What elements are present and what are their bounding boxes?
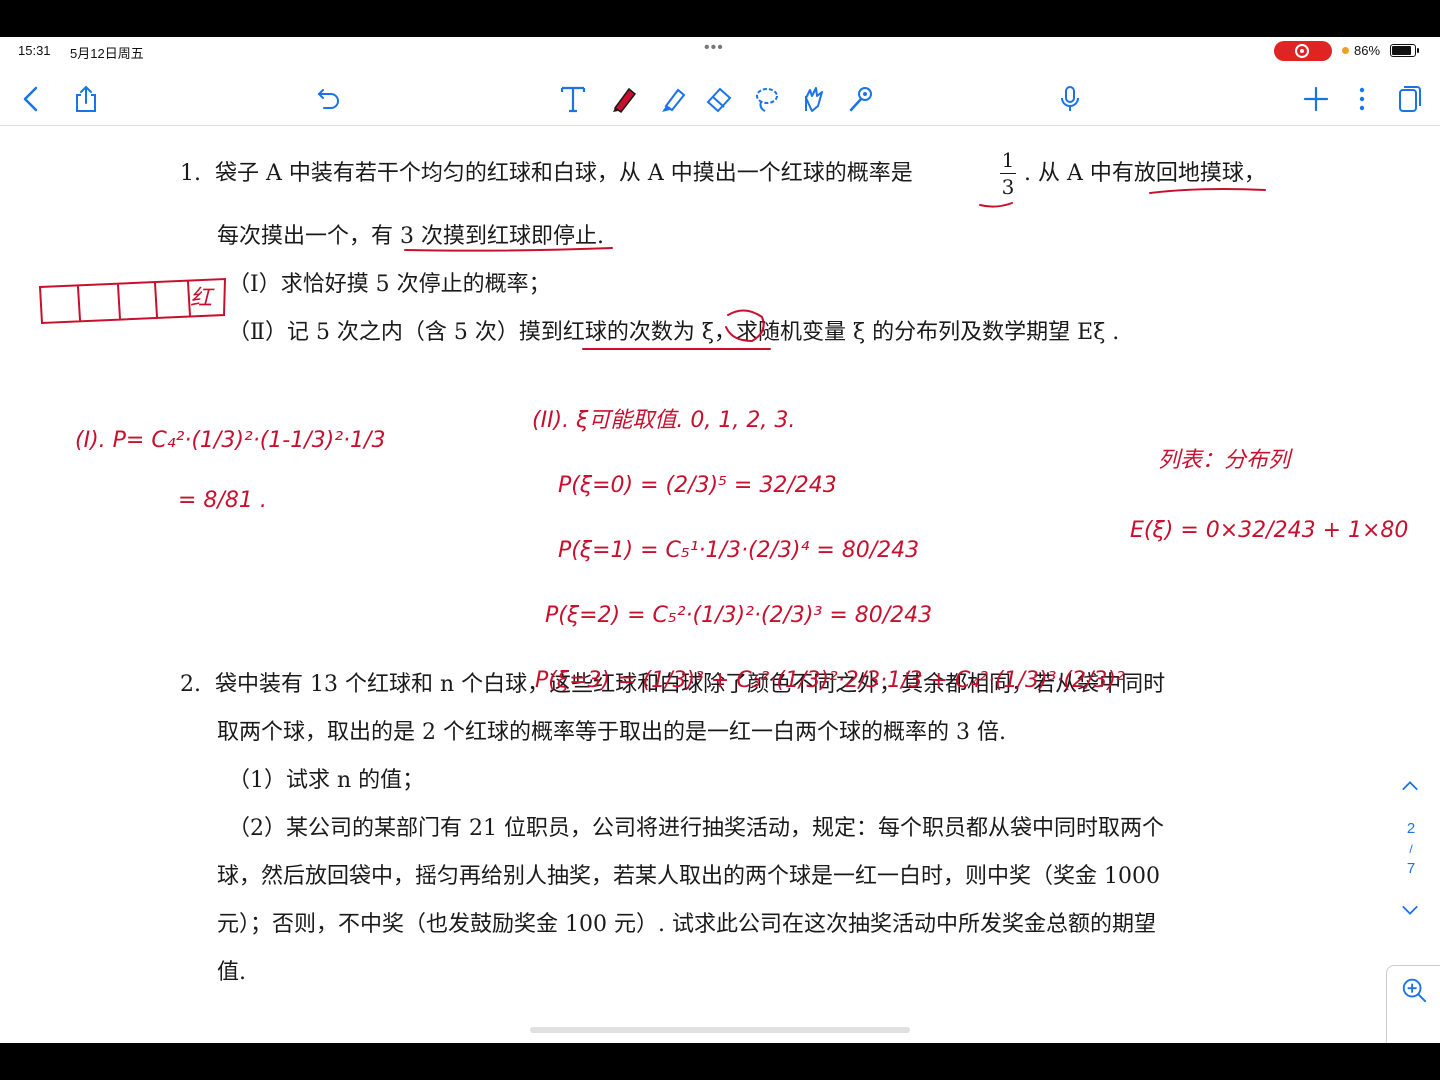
underline-replacement <box>1149 188 1266 194</box>
share-icon <box>76 85 96 112</box>
underline-three-red <box>404 247 613 252</box>
hw-p3: P(ξ=3) = (1/3)³ + C₃²·(1/3)²·2/3·1/3 + C… <box>535 668 1125 693</box>
scroll-indicator <box>530 1027 910 1033</box>
hw-red-label: 红 <box>190 286 215 311</box>
status-date: 5月12日周五 <box>70 46 144 61</box>
laser-pointer-icon <box>849 87 872 112</box>
more-vertical-icon <box>1359 87 1365 111</box>
share-button[interactable] <box>68 81 104 117</box>
hw-expectation: E(ξ) = 0×32/243 + 1×80 <box>1130 518 1408 543</box>
text-tool-button[interactable] <box>555 81 591 117</box>
handwriting-layer: 红 (I). P= C₄²·(1/3)²·(1-1/3)²·1/3 = 8/81… <box>38 188 1408 693</box>
page-thumbnails-button[interactable] <box>1390 81 1426 117</box>
microphone-button[interactable] <box>1052 81 1088 117</box>
battery-icon <box>1390 44 1419 57</box>
highlighter-tool-button[interactable] <box>655 81 691 117</box>
shapes-tool-button[interactable] <box>795 81 831 117</box>
page-down-button[interactable] <box>1380 903 1440 921</box>
plus-icon <box>1303 86 1329 112</box>
undo-button[interactable] <box>311 81 347 117</box>
hw-part1-result: = 8/81 . <box>178 488 267 513</box>
current-page: 2 <box>1406 820 1416 837</box>
more-options-button[interactable] <box>1344 81 1380 117</box>
page-indicator: 2 / 7 <box>1396 819 1426 879</box>
screen-record-indicator[interactable] <box>1274 41 1332 61</box>
top-toolbar <box>0 73 1440 126</box>
chevron-left-icon <box>23 86 38 112</box>
pen-tool-button[interactable] <box>606 81 642 117</box>
eraser-icon <box>706 87 732 113</box>
laser-pointer-button[interactable] <box>842 81 878 117</box>
text-tool-icon <box>560 86 586 113</box>
pages-icon <box>1399 86 1421 112</box>
chevron-up-icon <box>1402 781 1418 791</box>
hw-p2: P(ξ=2) = C₅²·(1/3)²·(2/3)³ = 80/243 <box>545 603 932 628</box>
status-time: 15:31 <box>18 43 51 58</box>
hw-part2-values: (II). ξ可能取值. 0, 1, 2, 3. <box>532 408 795 433</box>
microphone-icon <box>1061 86 1079 111</box>
highlighter-icon <box>662 88 686 112</box>
hand-shapes-icon <box>805 87 823 112</box>
total-pages: 7 <box>1406 860 1416 877</box>
app-screen: 15:31 5月12日周五 ••• 86% 1. 袋子 A 中装有若干个均匀的红… <box>0 37 1440 1043</box>
add-page-button[interactable] <box>1298 81 1334 117</box>
battery-percent: 86% <box>1354 43 1381 58</box>
underline-fraction <box>979 202 1013 208</box>
pen-icon <box>613 87 637 114</box>
status-bar: 15:31 5月12日周五 ••• 86% <box>0 37 1440 65</box>
lasso-icon <box>756 88 778 112</box>
zoom-button[interactable] <box>1386 965 1440 1043</box>
eraser-tool-button[interactable] <box>701 81 737 117</box>
back-button[interactable] <box>14 81 50 117</box>
undo-icon <box>317 89 339 109</box>
hw-p0: P(ξ=0) = (2/3)⁵ = 32/243 <box>558 473 837 498</box>
hw-part1-formula: (I). P= C₄²·(1/3)²·(1-1/3)²·1/3 <box>75 428 385 453</box>
hw-p1: P(ξ=1) = C₅¹·1/3·(2/3)⁴ = 80/243 <box>558 538 919 563</box>
hw-table-note: 列表：分布列 <box>1158 448 1293 473</box>
circle-xi <box>725 309 765 343</box>
multitask-dots-icon[interactable]: ••• <box>704 39 724 57</box>
page-up-button[interactable] <box>1380 775 1440 798</box>
record-icon <box>1295 44 1309 58</box>
lasso-tool-button[interactable] <box>748 81 784 117</box>
document-page[interactable]: 1. 袋子 A 中装有若干个均匀的红球和白球，从 A 中摸出一个红球的概率是 1… <box>0 127 1440 1043</box>
mic-active-dot-icon <box>1342 47 1349 54</box>
zoom-in-icon <box>1402 978 1427 1003</box>
chevron-down-icon <box>1402 905 1418 915</box>
